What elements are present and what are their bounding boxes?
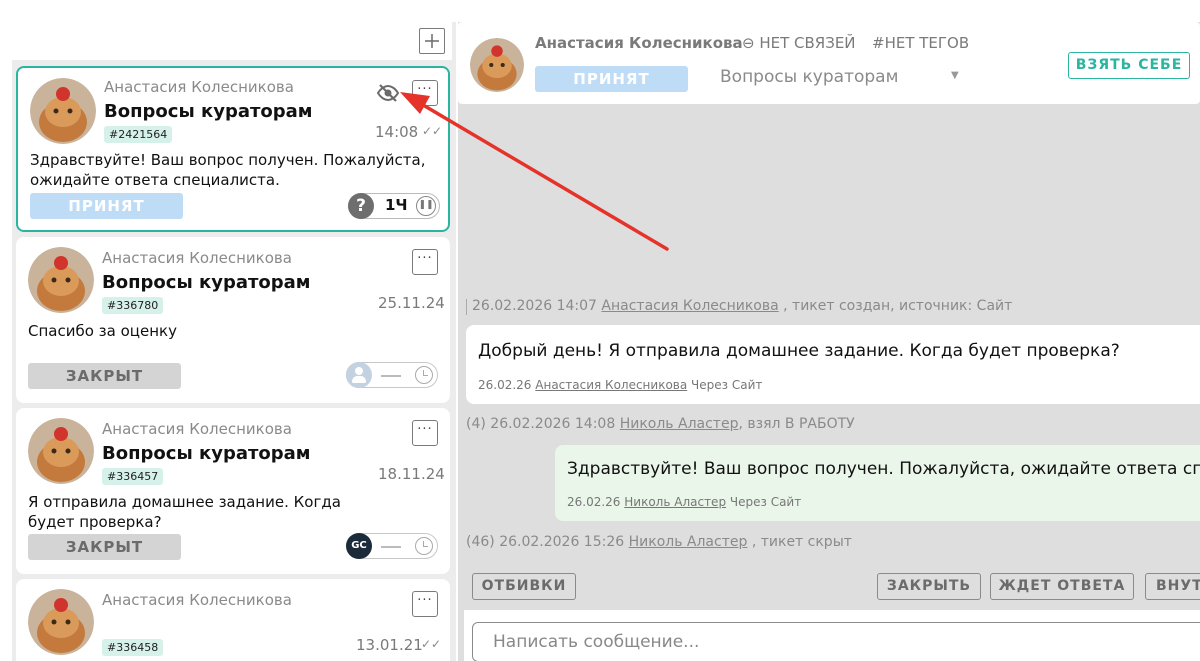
ticket-author: Анастасия Колесникова — [102, 420, 292, 438]
ticket-card[interactable]: Анастасия Колесникова #336458 ··· 13.01.… — [16, 579, 450, 661]
sla-timer: ? 1Ч ❚❚ — [348, 193, 440, 219]
ticket-time: 18.11.24 — [378, 465, 445, 483]
ticket-time: 25.11.24 — [378, 294, 445, 312]
ticket-subject: Вопросы кураторам — [104, 101, 313, 122]
event-text: , взял В РАБОТУ — [738, 416, 855, 432]
event-user[interactable]: Николь Аластер — [629, 534, 748, 550]
status-badge: ЗАКРЫТ — [28, 363, 181, 389]
status-badge[interactable]: ПРИНЯТ — [535, 66, 688, 92]
clock-icon — [415, 366, 433, 384]
avatar — [28, 247, 94, 313]
timer-value: 1Ч — [385, 196, 408, 214]
tags-button[interactable]: #НЕТ ТЕГОВ — [872, 34, 969, 52]
ticket-author: Анастасия Колесникова — [102, 249, 292, 267]
ticket-card[interactable]: Анастасия Колесникова Вопросы кураторам … — [16, 408, 450, 574]
close-ticket-button[interactable]: ЗАКРЫТЬ — [877, 573, 981, 600]
ticket-id-badge: #336458 — [102, 639, 164, 656]
status-badge: ЗАКРЫТ — [28, 534, 181, 560]
assignee-toggle[interactable]: GC — [346, 533, 438, 559]
avatar — [28, 418, 94, 484]
waiting-reply-button[interactable]: ЖДЕТ ОТВЕТА — [990, 573, 1134, 600]
message-meta: 26.02.26 Анастасия Колесникова Через Сай… — [478, 378, 762, 392]
plus-icon — [425, 34, 439, 48]
message-text: Здравствуйте! Ваш вопрос получен. Пожалу… — [567, 459, 1200, 479]
composer — [464, 610, 1200, 661]
event-user[interactable]: Анастасия Колесникова — [601, 298, 778, 314]
message-source: Через Сайт — [729, 495, 802, 509]
ticket-card[interactable]: Анастасия Колесникова Вопросы кураторам … — [16, 237, 450, 403]
system-event: (4) 26.02.2026 14:08 Николь Аластер, взя… — [466, 416, 855, 432]
new-ticket-button[interactable] — [419, 28, 445, 54]
queue-select[interactable]: Вопросы кураторам — [720, 67, 898, 87]
list-toolbar — [12, 22, 452, 60]
customer-name[interactable]: Анастасия Колесникова — [535, 34, 743, 52]
chat-header: Анастасия Колесникова ⊖ НЕТ СВЯЗЕЙ #НЕТ … — [458, 22, 1200, 104]
clock-icon — [415, 537, 433, 555]
message-text: Добрый день! Я отправила домашнее задани… — [478, 341, 1120, 361]
avatar — [470, 38, 524, 92]
read-ticks-icon: ✓✓ — [421, 637, 442, 651]
system-event: 26.02.2026 14:07 Анастасия Колесникова ,… — [472, 298, 1012, 314]
pause-icon[interactable]: ❚❚ — [416, 196, 436, 216]
ticket-id-badge: #336780 — [102, 297, 164, 314]
outgoing-message: Здравствуйте! Ваш вопрос получен. Пожалу… — [555, 445, 1200, 521]
ticket-menu-button[interactable]: ··· — [412, 80, 438, 106]
assignee-toggle[interactable] — [346, 362, 438, 388]
ticket-card[interactable]: Анастасия Колесникова Вопросы кураторам … — [16, 66, 450, 232]
ticket-app: Анастасия Колесникова Вопросы кураторам … — [0, 0, 1200, 661]
assignee-badge: GC — [346, 533, 372, 559]
links-button[interactable]: ⊖ НЕТ СВЯЗЕЙ — [742, 34, 856, 52]
message-author[interactable]: Николь Аластер — [624, 495, 726, 509]
ticket-author: Анастасия Колесникова — [102, 591, 292, 609]
ticket-subject: Вопросы кураторам — [102, 443, 311, 464]
internal-note-button[interactable]: ВНУТ — [1145, 573, 1200, 600]
ticket-menu-button[interactable]: ··· — [412, 420, 438, 446]
question-icon: ? — [348, 193, 374, 219]
ticket-author: Анастасия Колесникова — [104, 78, 294, 96]
eye-off-icon[interactable] — [376, 83, 400, 103]
ticket-id-badge: #2421564 — [104, 126, 173, 143]
read-ticks-icon: ✓✓ — [422, 124, 443, 138]
ticket-menu-button[interactable]: ··· — [412, 591, 438, 617]
links-label: НЕТ СВЯЗЕЙ — [759, 34, 856, 52]
message-date: 26.02.26 — [478, 378, 532, 392]
ticket-last-message: Здравствуйте! Ваш вопрос получен. Пожалу… — [30, 151, 426, 189]
take-ticket-button[interactable]: ВЗЯТЬ СЕБЕ — [1068, 52, 1190, 79]
message-author[interactable]: Анастасия Колесникова — [535, 378, 687, 392]
ticket-id-badge: #336457 — [102, 468, 164, 485]
divider — [466, 299, 467, 315]
avatar — [30, 78, 96, 144]
message-source: Через Сайт — [691, 378, 763, 392]
event-user[interactable]: Николь Аластер — [620, 416, 739, 432]
event-time: 26.02.2026 14:07 — [472, 298, 597, 314]
message-meta: 26.02.26 Николь Аластер Через Сайт — [567, 495, 801, 509]
event-time: (4) 26.02.2026 14:08 — [466, 416, 616, 432]
status-badge: ПРИНЯТ — [30, 193, 183, 219]
user-icon — [346, 362, 372, 388]
ticket-time: 14:08 — [375, 123, 419, 141]
ticket-list-panel: Анастасия Колесникова Вопросы кураторам … — [12, 22, 456, 661]
incoming-message: Добрый день! Я отправила домашнее задани… — [466, 325, 1200, 404]
event-text: , тикет создан, источник: Сайт — [783, 298, 1013, 314]
message-date: 26.02.26 — [567, 495, 621, 509]
ticket-time: 13.01.21 — [356, 636, 423, 654]
event-text: , тикет скрыт — [751, 534, 852, 550]
canned-replies-button[interactable]: ОТБИВКИ — [472, 573, 576, 600]
message-input[interactable] — [472, 622, 1200, 661]
avatar — [28, 589, 94, 655]
ticket-last-message: Спасибо за оценку — [28, 322, 177, 340]
ticket-subject: Вопросы кураторам — [102, 272, 311, 293]
event-time: (46) 26.02.2026 15:26 — [466, 534, 625, 550]
link-icon: ⊖ — [742, 34, 760, 52]
system-event: (46) 26.02.2026 15:26 Николь Аластер , т… — [466, 534, 852, 550]
chat-panel: Анастасия Колесникова ⊖ НЕТ СВЯЗЕЙ #НЕТ … — [458, 22, 1200, 661]
ticket-menu-button[interactable]: ··· — [412, 249, 438, 275]
ticket-last-message: Я отправила домашнее задание. Когда буде… — [28, 493, 341, 531]
chevron-down-icon[interactable]: ▼ — [951, 70, 959, 81]
